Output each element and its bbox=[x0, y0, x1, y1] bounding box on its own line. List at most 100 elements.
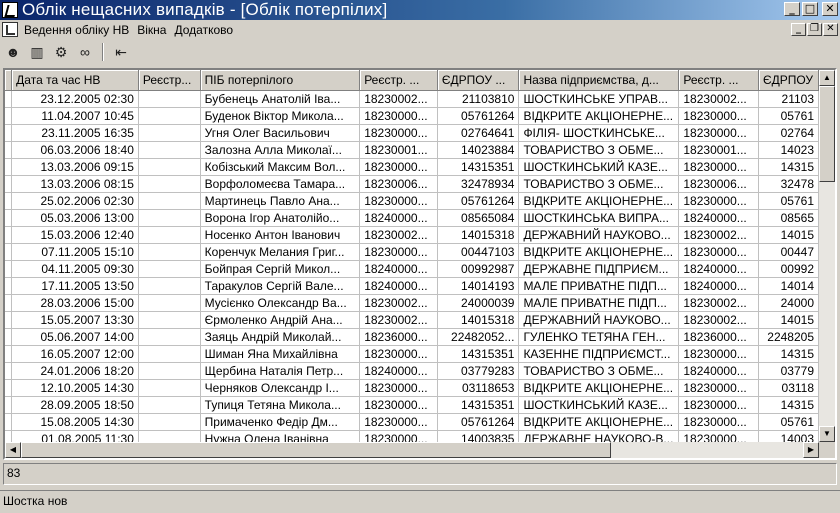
cell-registry[interactable] bbox=[138, 413, 201, 431]
cell-victim-name[interactable]: Заяць Андрій Миколай... bbox=[200, 328, 361, 346]
cell-edrpou[interactable]: 05761264 bbox=[437, 192, 520, 210]
cell-edrpou[interactable]: 03779283 bbox=[437, 362, 520, 380]
cell-enterprise-name[interactable]: ТОВАРИСТВО З ОБМЕ... bbox=[518, 141, 680, 159]
cell-enterprise-name[interactable]: ШОСТКИНСЬКА ВИПРА... bbox=[518, 209, 680, 227]
column-header-accident-date[interactable]: Дата та час НВ bbox=[11, 70, 139, 91]
maximize-button[interactable]: □ bbox=[802, 2, 818, 16]
cell-victim-name[interactable]: Тупиця Тетяна Микола... bbox=[200, 396, 361, 414]
cell-enterprise-name[interactable]: ШОСТКИНСЬКИЙ КАЗЕ... bbox=[518, 158, 680, 176]
cell-enterprise-name[interactable]: ВІДКРИТЕ АКЦІОНЕРНЕ... bbox=[518, 413, 680, 431]
table-row[interactable]: 28.03.2006 15:00 Мусієнко Олександр Ва...… bbox=[5, 294, 819, 312]
scroll-down-button[interactable]: ▼ bbox=[819, 426, 835, 442]
cell-enterprise-name[interactable]: КАЗЕННЕ ПІДПРИЄМСТ... bbox=[518, 345, 680, 363]
cell-accident-date[interactable]: 11.04.2007 10:45 bbox=[11, 107, 139, 125]
binoculars-icon[interactable]: ∞ bbox=[75, 42, 95, 62]
cell-enterprise-name[interactable]: МАЛЕ ПРИВАТНЕ ПІДП... bbox=[518, 277, 680, 295]
cell-victim-name[interactable]: Кобізський Максим Вол... bbox=[200, 158, 361, 176]
cell-registry[interactable] bbox=[138, 209, 201, 227]
cell-registry-no-2[interactable]: 18240000... bbox=[678, 260, 759, 278]
cell-registry[interactable] bbox=[138, 396, 201, 414]
cell-enterprise-name[interactable]: ВІДКРИТЕ АКЦІОНЕРНЕ... bbox=[518, 192, 680, 210]
cell-registry-no[interactable]: 18230000... bbox=[359, 124, 438, 142]
row-indicator[interactable] bbox=[5, 430, 13, 442]
cell-registry-no-2[interactable]: 18230000... bbox=[678, 413, 759, 431]
cell-edrpou-2[interactable]: 14315 bbox=[758, 396, 819, 414]
table-row[interactable]: 17.11.2005 13:50 Таракулов Сергій Вале...… bbox=[5, 277, 819, 295]
menu-windows[interactable]: Вікна bbox=[135, 23, 172, 37]
vertical-scrollbar[interactable]: ▲ ▼ bbox=[819, 70, 835, 442]
cell-registry[interactable] bbox=[138, 141, 201, 159]
cell-edrpou[interactable]: 02764641 bbox=[437, 124, 520, 142]
cell-accident-date[interactable]: 28.03.2006 15:00 bbox=[11, 294, 139, 312]
cell-registry[interactable] bbox=[138, 90, 201, 108]
cell-registry-no[interactable]: 18240000... bbox=[359, 362, 438, 380]
cell-victim-name[interactable]: Ворфоломеєва Тамара... bbox=[200, 175, 361, 193]
cell-registry-no-2[interactable]: 18230000... bbox=[678, 430, 759, 442]
row-indicator[interactable] bbox=[5, 158, 13, 176]
cell-victim-name[interactable]: Шиман Яна Михайлівна bbox=[200, 345, 361, 363]
cell-enterprise-name[interactable]: ДЕРЖАВНИЙ НАУКОВО... bbox=[518, 226, 680, 244]
exit-door-icon[interactable]: ⇤ bbox=[111, 42, 131, 62]
cell-registry-no-2[interactable]: 18230000... bbox=[678, 345, 759, 363]
row-indicator[interactable] bbox=[5, 396, 13, 414]
cell-registry-no[interactable]: 18230002... bbox=[359, 226, 438, 244]
horizontal-scrollbar[interactable]: ◀ ▶ bbox=[5, 442, 819, 458]
cell-registry-no-2[interactable]: 18230002... bbox=[678, 294, 759, 312]
cell-enterprise-name[interactable]: ВІДКРИТЕ АКЦІОНЕРНЕ... bbox=[518, 379, 680, 397]
row-indicator[interactable] bbox=[5, 141, 13, 159]
cell-registry[interactable] bbox=[138, 260, 201, 278]
cell-registry-no-2[interactable]: 18240000... bbox=[678, 362, 759, 380]
cell-registry-no-2[interactable]: 18230000... bbox=[678, 107, 759, 125]
cell-edrpou-2[interactable]: 08565 bbox=[758, 209, 819, 227]
cell-registry-no[interactable]: 18230000... bbox=[359, 379, 438, 397]
menu-accident-records[interactable]: Ведення обліку НВ bbox=[22, 23, 135, 37]
cell-registry-no[interactable]: 18230000... bbox=[359, 413, 438, 431]
table-row[interactable]: 28.09.2005 18:50 Тупиця Тетяна Микола... 1… bbox=[5, 396, 819, 414]
cell-registry[interactable] bbox=[138, 175, 201, 193]
row-indicator[interactable] bbox=[5, 124, 13, 142]
cell-edrpou-2[interactable]: 03779 bbox=[758, 362, 819, 380]
cell-registry-no-2[interactable]: 18230000... bbox=[678, 158, 759, 176]
table-row[interactable]: 06.03.2006 18:40 Залозна Алла Миколаї... 1… bbox=[5, 141, 819, 159]
row-indicator[interactable] bbox=[5, 260, 13, 278]
cell-edrpou-2[interactable]: 05761 bbox=[758, 192, 819, 210]
cell-edrpou[interactable]: 14003835 bbox=[437, 430, 520, 442]
cell-accident-date[interactable]: 05.06.2007 14:00 bbox=[11, 328, 139, 346]
row-indicator[interactable] bbox=[5, 175, 13, 193]
row-indicator[interactable] bbox=[5, 413, 13, 431]
table-row[interactable]: 23.12.2005 02:30 Бубенець Анатолій Іва...… bbox=[5, 90, 819, 108]
cell-victim-name[interactable]: Залозна Алла Миколаї... bbox=[200, 141, 361, 159]
cell-registry-no-2[interactable]: 18230006... bbox=[678, 175, 759, 193]
cell-edrpou[interactable]: 14023884 bbox=[437, 141, 520, 159]
cell-registry-no[interactable]: 18240000... bbox=[359, 209, 438, 227]
cell-edrpou-2[interactable]: 14315 bbox=[758, 345, 819, 363]
cell-edrpou[interactable]: 22482052... bbox=[437, 328, 520, 346]
cell-accident-date[interactable]: 15.08.2005 14:30 bbox=[11, 413, 139, 431]
document-icon[interactable] bbox=[2, 22, 18, 37]
cell-accident-date[interactable]: 23.11.2005 16:35 bbox=[11, 124, 139, 142]
column-header-registry-no-2[interactable]: Реєстр. ... bbox=[678, 70, 759, 91]
cell-enterprise-name[interactable]: МАЛЕ ПРИВАТНЕ ПІДП... bbox=[518, 294, 680, 312]
table-row[interactable]: 23.11.2005 16:35 Угня Олег Васильович 1823… bbox=[5, 124, 819, 142]
cell-registry-no-2[interactable]: 18230000... bbox=[678, 192, 759, 210]
row-indicator[interactable] bbox=[5, 379, 13, 397]
cell-registry[interactable] bbox=[138, 430, 201, 442]
cell-victim-name[interactable]: Нужна Олена Іванівна bbox=[200, 430, 361, 442]
cell-edrpou-2[interactable]: 21103 bbox=[758, 90, 819, 108]
cell-registry[interactable] bbox=[138, 124, 201, 142]
cell-registry-no[interactable]: 18230000... bbox=[359, 430, 438, 442]
cell-registry[interactable] bbox=[138, 277, 201, 295]
cell-edrpou-2[interactable]: 14003 bbox=[758, 430, 819, 442]
cell-enterprise-name[interactable]: ФІЛІЯ- ШОСТКИНСЬКЕ... bbox=[518, 124, 680, 142]
cell-victim-name[interactable]: Угня Олег Васильович bbox=[200, 124, 361, 142]
cell-edrpou[interactable]: 00447103 bbox=[437, 243, 520, 261]
cell-victim-name[interactable]: Ворона Ігор Анатолійо... bbox=[200, 209, 361, 227]
cell-accident-date[interactable]: 07.11.2005 15:10 bbox=[11, 243, 139, 261]
menu-additional[interactable]: Додатково bbox=[172, 23, 239, 37]
cell-registry-no[interactable]: 18230000... bbox=[359, 192, 438, 210]
cell-edrpou-2[interactable]: 14315 bbox=[758, 158, 819, 176]
row-indicator[interactable] bbox=[5, 209, 13, 227]
cell-registry[interactable] bbox=[138, 362, 201, 380]
cell-edrpou[interactable]: 24000039 bbox=[437, 294, 520, 312]
cell-victim-name[interactable]: Примаченко Федір Дм... bbox=[200, 413, 361, 431]
